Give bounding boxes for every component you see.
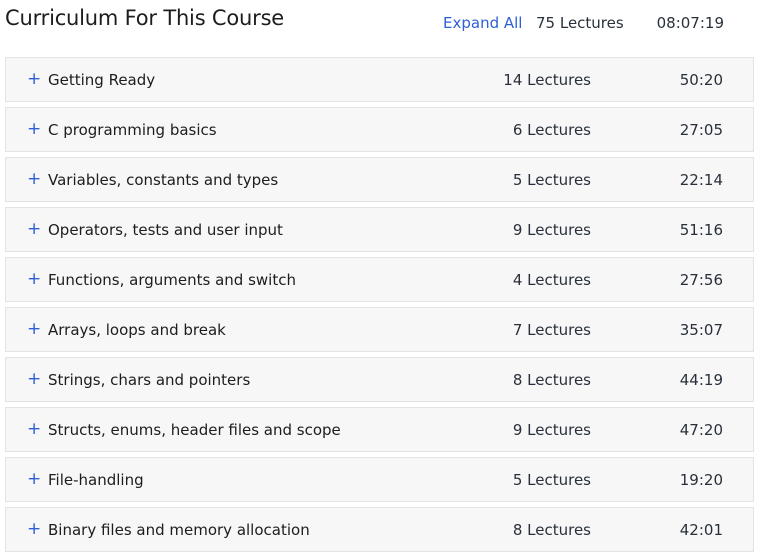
section-duration: 22:14 [679, 171, 723, 189]
section-duration: 35:07 [679, 321, 723, 339]
section-title: Functions, arguments and switch [48, 271, 296, 289]
curriculum-header: Curriculum For This Course Expand All 75… [0, 0, 760, 56]
plus-icon[interactable]: + [27, 518, 41, 540]
section-title: File-handling [48, 471, 144, 489]
section-lecture-count: 14 Lectures [503, 71, 591, 89]
total-duration: 08:07:19 [656, 14, 724, 32]
section-title: Binary files and memory allocation [48, 521, 310, 539]
section-title: Getting Ready [48, 71, 156, 89]
section-row[interactable]: + Variables, constants and types 5 Lectu… [5, 157, 754, 202]
section-duration: 42:01 [679, 521, 723, 539]
section-lecture-count: 4 Lectures [512, 271, 591, 289]
section-duration: 27:56 [679, 271, 723, 289]
section-lecture-count: 9 Lectures [512, 221, 591, 239]
section-title: Structs, enums, header files and scope [48, 421, 341, 439]
section-duration: 27:05 [679, 121, 723, 139]
plus-icon[interactable]: + [27, 168, 41, 190]
section-lecture-count: 5 Lectures [512, 171, 591, 189]
plus-icon[interactable]: + [27, 218, 41, 240]
section-row[interactable]: + Getting Ready 14 Lectures 50:20 [5, 57, 754, 102]
section-lecture-count: 6 Lectures [512, 121, 591, 139]
plus-icon[interactable]: + [27, 368, 41, 390]
section-row[interactable]: + Structs, enums, header files and scope… [5, 407, 754, 452]
section-title: Strings, chars and pointers [48, 371, 251, 389]
section-title: Arrays, loops and break [48, 321, 226, 339]
section-row[interactable]: + Binary files and memory allocation 8 L… [5, 507, 754, 552]
section-row[interactable]: + Operators, tests and user input 9 Lect… [5, 207, 754, 252]
section-duration: 51:16 [679, 221, 723, 239]
section-title: Variables, constants and types [48, 171, 279, 189]
plus-icon[interactable]: + [27, 318, 41, 340]
section-title: C programming basics [48, 121, 217, 139]
section-duration: 44:19 [679, 371, 723, 389]
section-lecture-count: 7 Lectures [512, 321, 591, 339]
section-row[interactable]: + Arrays, loops and break 7 Lectures 35:… [5, 307, 754, 352]
section-row[interactable]: + C programming basics 6 Lectures 27:05 [5, 107, 754, 152]
plus-icon[interactable]: + [27, 418, 41, 440]
section-lecture-count: 5 Lectures [512, 471, 591, 489]
section-lecture-count: 9 Lectures [512, 421, 591, 439]
section-list: + Getting Ready 14 Lectures 50:20 + C pr… [5, 57, 754, 557]
section-duration: 47:20 [679, 421, 723, 439]
page-title: Curriculum For This Course [5, 6, 285, 30]
section-row[interactable]: + Functions, arguments and switch 4 Lect… [5, 257, 754, 302]
expand-all-link[interactable]: Expand All [443, 14, 522, 32]
plus-icon[interactable]: + [27, 268, 41, 290]
plus-icon[interactable]: + [27, 118, 41, 140]
section-lecture-count: 8 Lectures [512, 521, 591, 539]
plus-icon[interactable]: + [27, 468, 41, 490]
section-row[interactable]: + File-handling 5 Lectures 19:20 [5, 457, 754, 502]
section-lecture-count: 8 Lectures [512, 371, 591, 389]
total-lectures-count: 75 Lectures [536, 14, 624, 32]
section-duration: 50:20 [679, 71, 723, 89]
section-duration: 19:20 [679, 471, 723, 489]
plus-icon[interactable]: + [27, 68, 41, 90]
section-title: Operators, tests and user input [48, 221, 283, 239]
section-row[interactable]: + Strings, chars and pointers 8 Lectures… [5, 357, 754, 402]
